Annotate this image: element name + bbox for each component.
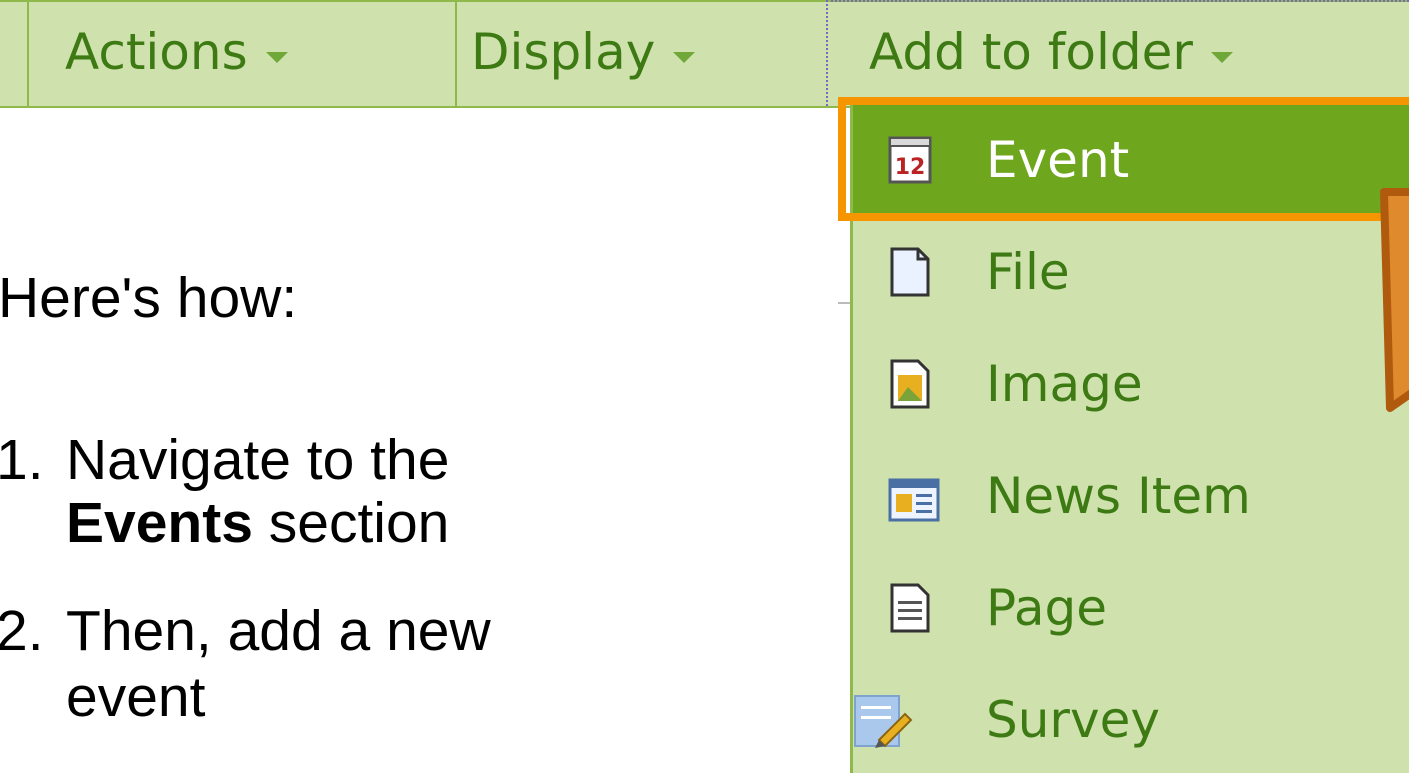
step2-text-cont: event [66,665,206,729]
intro-text: Here's how: [0,266,298,330]
menu-item-page[interactable]: Page [853,552,1409,664]
menu-item-label: File [986,243,1070,301]
toolbar-separator [27,2,29,106]
toolbar-separator [455,2,457,106]
chevron-down-icon [265,52,288,63]
menu-item-label: News Item [986,467,1251,525]
page-icon [890,583,930,633]
divider [838,302,850,304]
actions-label: Actions [65,23,248,81]
image-icon [890,359,930,409]
menu-item-survey[interactable]: Survey [853,664,1409,776]
menu-item-image[interactable]: Image [853,328,1409,440]
step-number: 2. [0,599,44,663]
step1-text: Navigate to the [66,428,450,492]
file-icon [890,247,930,297]
events-emphasis: Events [66,491,253,555]
menu-item-label: Survey [986,691,1160,749]
add-to-folder-menu-button[interactable]: Add to folder [826,0,1409,106]
survey-icon [854,695,913,748]
step1-rest: section [252,491,450,555]
chevron-down-icon [1210,52,1233,63]
news-icon [888,478,940,522]
callout-arrow [1380,188,1409,412]
actions-menu-button[interactable]: Actions [65,2,288,106]
menu-item-file[interactable]: File [853,216,1409,328]
display-menu-button[interactable]: Display [471,2,696,106]
menu-item-label: Image [986,355,1143,413]
step-number: 1. [0,428,44,492]
add-to-folder-label: Add to folder [869,23,1193,81]
event-highlight-box [838,97,1409,221]
toolbar: Actions Display Add to folder [0,0,1409,108]
step1-text-cont: Events section [66,490,449,556]
menu-item-news-item[interactable]: News Item [853,440,1409,552]
step2-text: Then, add a new [66,599,491,663]
display-label: Display [471,23,656,81]
menu-item-label: Page [986,579,1108,637]
chevron-down-icon [673,52,696,63]
